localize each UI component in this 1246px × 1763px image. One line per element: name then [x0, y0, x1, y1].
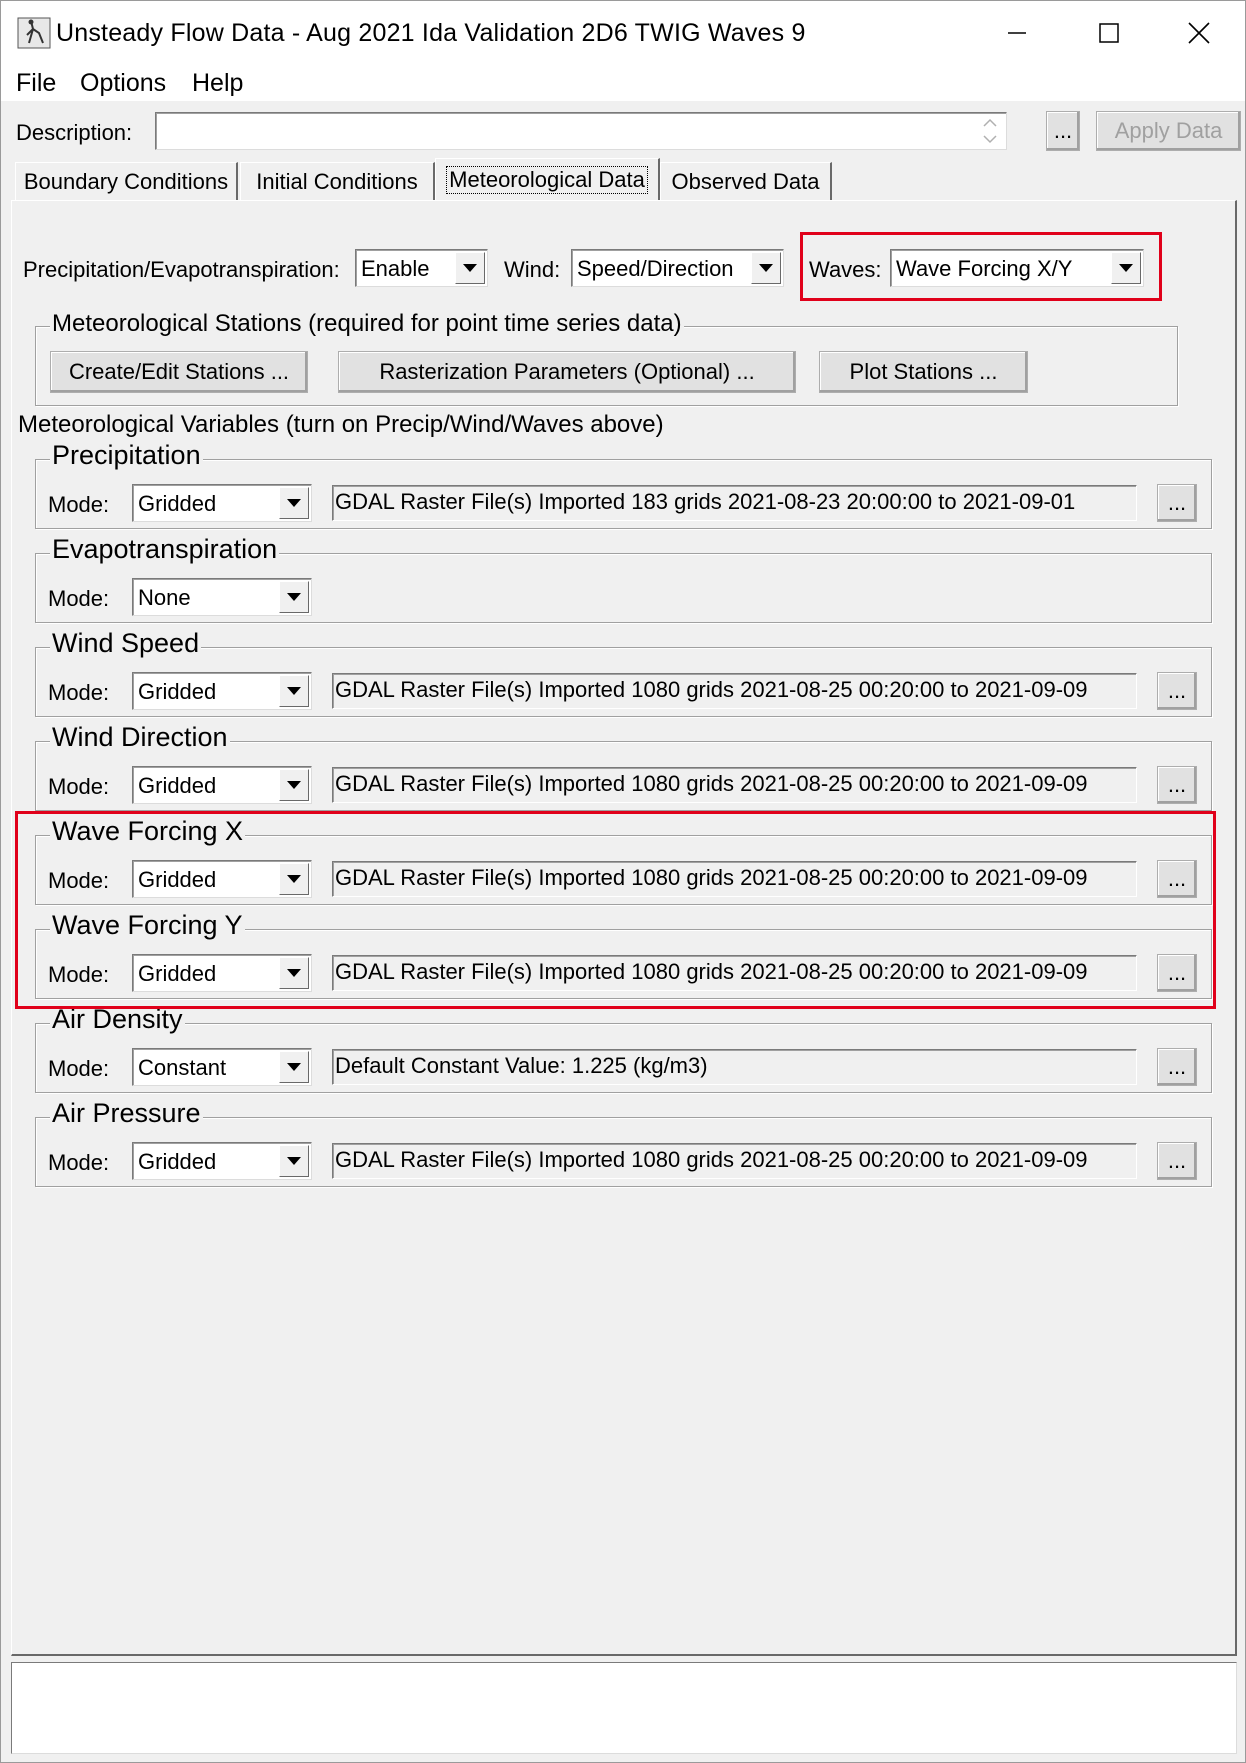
met-stations-title: Meteorological Stations (required for po…	[50, 310, 684, 338]
air-density-group: Air Density Mode: Constant Default Const…	[35, 1004, 1212, 1093]
precip-evap-label: Precipitation/Evapotranspiration:	[23, 257, 340, 282]
dropdown-arrow-icon	[279, 1145, 309, 1177]
menu-options[interactable]: Options	[80, 69, 166, 98]
air-pressure-mode-label: Mode:	[48, 1150, 110, 1175]
wind-speed-mode-label: Mode:	[48, 680, 110, 705]
air-density-ellipsis-button[interactable]: ...	[1157, 1048, 1197, 1086]
air-density-info-field: Default Constant Value: 1.225 (kg/m3)	[332, 1049, 1137, 1085]
wind-direction-group: Wind Direction Mode: Gridded GDAL Raster…	[35, 722, 1212, 811]
dropdown-arrow-icon	[279, 487, 309, 519]
menu-bar: File Options Help	[1, 65, 1245, 101]
evapotranspiration-title: Evapotranspiration	[50, 534, 280, 565]
wind-speed-mode-select[interactable]: Gridded	[132, 672, 312, 710]
chevron-down-icon	[983, 135, 997, 144]
description-label: Description:	[16, 120, 133, 145]
tab-boundary-conditions[interactable]: Boundary Conditions	[15, 162, 238, 200]
description-spinner[interactable]	[977, 115, 1003, 147]
chevron-up-icon	[983, 118, 997, 127]
met-variables-heading: Meteorological Variables (turn on Precip…	[18, 411, 664, 438]
air-pressure-mode-select[interactable]: Gridded	[132, 1142, 312, 1180]
minimize-button[interactable]	[971, 1, 1063, 65]
wind-direction-ellipsis-button[interactable]: ...	[1157, 766, 1197, 804]
wind-speed-title: Wind Speed	[50, 628, 202, 659]
dropdown-arrow-icon	[279, 581, 309, 613]
close-icon	[1188, 22, 1210, 44]
menu-help[interactable]: Help	[192, 69, 243, 98]
app-icon	[17, 17, 51, 49]
message-area	[11, 1662, 1237, 1754]
menu-file[interactable]: File	[16, 69, 56, 98]
air-pressure-info-field: GDAL Raster File(s) Imported 1080 grids …	[332, 1143, 1137, 1179]
air-pressure-ellipsis-button[interactable]: ...	[1157, 1142, 1197, 1180]
wind-speed-group: Wind Speed Mode: Gridded GDAL Raster Fil…	[35, 628, 1212, 717]
precipitation-ellipsis-button[interactable]: ...	[1157, 484, 1197, 522]
dropdown-arrow-icon	[279, 769, 309, 801]
title-bar[interactable]: Unsteady Flow Data - Aug 2021 Ida Valida…	[1, 1, 1245, 65]
precipitation-group: Precipitation Mode: Gridded GDAL Raster …	[35, 440, 1212, 529]
plot-stations-button[interactable]: Plot Stations ...	[819, 351, 1028, 393]
apply-data-button[interactable]: Apply Data	[1096, 111, 1241, 151]
dropdown-arrow-icon	[279, 1051, 309, 1083]
wind-direction-info-field: GDAL Raster File(s) Imported 1080 grids …	[332, 767, 1137, 803]
wind-direction-mode-label: Mode:	[48, 774, 110, 799]
wind-direction-title: Wind Direction	[50, 722, 230, 753]
precip-evap-select[interactable]: Enable	[355, 249, 488, 287]
wind-speed-ellipsis-button[interactable]: ...	[1157, 672, 1197, 710]
precipitation-mode-label: Mode:	[48, 492, 110, 517]
wind-speed-info-field: GDAL Raster File(s) Imported 1080 grids …	[332, 673, 1137, 709]
tab-observed-data[interactable]: Observed Data	[660, 162, 832, 200]
dropdown-arrow-icon	[455, 252, 485, 284]
maximize-icon	[1099, 23, 1119, 43]
wind-select[interactable]: Speed/Direction	[571, 249, 784, 287]
evapotranspiration-mode-select[interactable]: None	[132, 578, 312, 616]
close-button[interactable]	[1153, 1, 1245, 65]
dropdown-arrow-icon	[279, 675, 309, 707]
tab-initial-conditions[interactable]: Initial Conditions	[240, 162, 435, 200]
description-ellipsis-button[interactable]: ...	[1046, 111, 1080, 151]
rasterization-parameters-button[interactable]: Rasterization Parameters (Optional) ...	[338, 351, 796, 393]
waves-highlight-box	[800, 232, 1162, 301]
wind-label: Wind:	[504, 257, 561, 282]
precipitation-info-field: GDAL Raster File(s) Imported 183 grids 2…	[332, 485, 1137, 521]
window-title: Unsteady Flow Data - Aug 2021 Ida Valida…	[56, 19, 806, 47]
wind-direction-mode-select[interactable]: Gridded	[132, 766, 312, 804]
precipitation-title: Precipitation	[50, 440, 203, 471]
dropdown-arrow-icon	[751, 252, 781, 284]
wave-forcing-highlight-box	[15, 811, 1216, 1009]
air-pressure-group: Air Pressure Mode: Gridded GDAL Raster F…	[35, 1098, 1212, 1187]
unsteady-flow-window: Unsteady Flow Data - Aug 2021 Ida Valida…	[0, 0, 1246, 1763]
description-field[interactable]	[155, 112, 1007, 150]
evapotranspiration-group: Evapotranspiration Mode: None	[35, 534, 1212, 623]
air-density-mode-label: Mode:	[48, 1056, 110, 1081]
evapotranspiration-mode-label: Mode:	[48, 586, 110, 611]
precipitation-mode-select[interactable]: Gridded	[132, 484, 312, 522]
maximize-button[interactable]	[1063, 1, 1155, 65]
minimize-icon	[1008, 32, 1026, 34]
air-density-mode-select[interactable]: Constant	[132, 1048, 312, 1086]
create-edit-stations-button[interactable]: Create/Edit Stations ...	[50, 351, 308, 393]
tab-meteorological-data[interactable]: Meteorological Data	[435, 158, 660, 200]
air-pressure-title: Air Pressure	[50, 1098, 203, 1129]
